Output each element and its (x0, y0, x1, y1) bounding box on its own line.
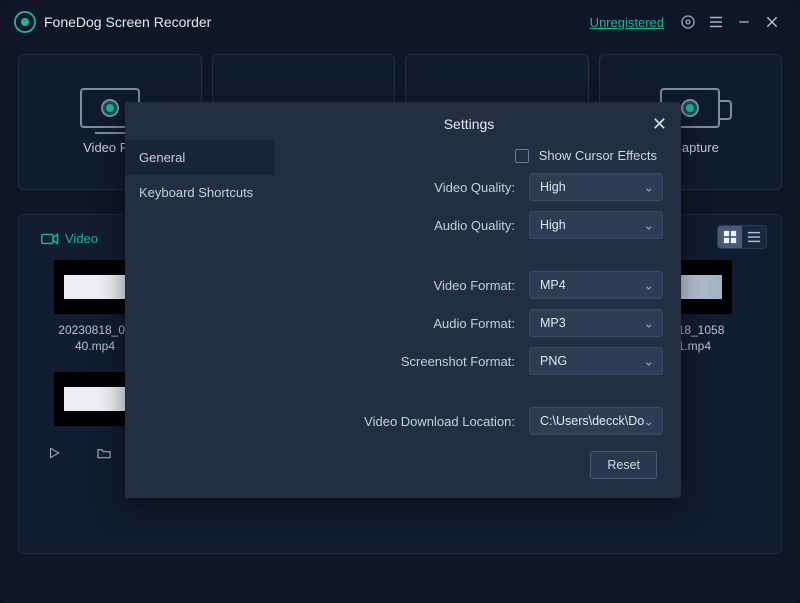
video-format-select[interactable]: MP4⌄ (529, 271, 663, 299)
video-icon (41, 232, 59, 246)
settings-tab-shortcuts[interactable]: Keyboard Shortcuts (125, 175, 275, 210)
settings-sidebar: General Keyboard Shortcuts (125, 102, 275, 498)
settings-tab-general[interactable]: General (125, 140, 275, 175)
download-location-label: Video Download Location: (275, 414, 519, 429)
folder-icon[interactable] (93, 442, 115, 464)
thumbnail-caption: 20230818_0140.mp4 (58, 322, 131, 354)
chevron-down-icon: ⌄ (644, 316, 654, 331)
show-cursor-label: Show Cursor Effects (539, 148, 657, 163)
show-cursor-checkbox[interactable] (515, 149, 529, 163)
reset-button[interactable]: Reset (590, 451, 657, 479)
audio-format-label: Audio Format: (275, 316, 519, 331)
video-quality-label: Video Quality: (275, 180, 519, 195)
view-switch (717, 225, 767, 249)
settings-gear-icon[interactable] (674, 8, 702, 36)
chevron-down-icon: ⌄ (644, 180, 654, 195)
title-bar: FoneDog Screen Recorder Unregistered (0, 0, 800, 44)
settings-modal: General Keyboard Shortcuts Settings ✕ Sh… (125, 102, 681, 498)
register-link[interactable]: Unregistered (590, 15, 664, 30)
screenshot-format-select[interactable]: PNG⌄ (529, 347, 663, 375)
settings-title: Settings (275, 116, 663, 132)
gallery-tab-video[interactable]: Video (35, 229, 104, 248)
app-logo-icon (14, 11, 36, 33)
download-location-field[interactable]: C:\Users\decck\Do⌄ (529, 407, 663, 435)
gallery-tab-label: Video (65, 231, 98, 246)
app-title: FoneDog Screen Recorder (44, 14, 211, 30)
settings-close-icon[interactable]: ✕ (652, 114, 667, 135)
video-quality-select[interactable]: High⌄ (529, 173, 663, 201)
video-format-label: Video Format: (275, 278, 519, 293)
thumbnail (54, 260, 136, 314)
hamburger-menu-icon[interactable] (702, 8, 730, 36)
audio-quality-select[interactable]: High⌄ (529, 211, 663, 239)
chevron-down-icon: ⌄ (644, 218, 654, 233)
view-list-button[interactable] (742, 226, 766, 248)
audio-quality-label: Audio Quality: (275, 218, 519, 233)
chevron-down-icon: ⌄ (644, 278, 654, 293)
chevron-down-icon: ⌄ (644, 414, 654, 429)
play-icon[interactable] (43, 442, 65, 464)
audio-format-select[interactable]: MP3⌄ (529, 309, 663, 337)
thumbnail (54, 372, 136, 426)
close-icon[interactable] (758, 8, 786, 36)
screenshot-format-label: Screenshot Format: (275, 354, 519, 369)
view-grid-button[interactable] (718, 226, 742, 248)
minimize-icon[interactable] (730, 8, 758, 36)
chevron-down-icon: ⌄ (644, 354, 654, 369)
